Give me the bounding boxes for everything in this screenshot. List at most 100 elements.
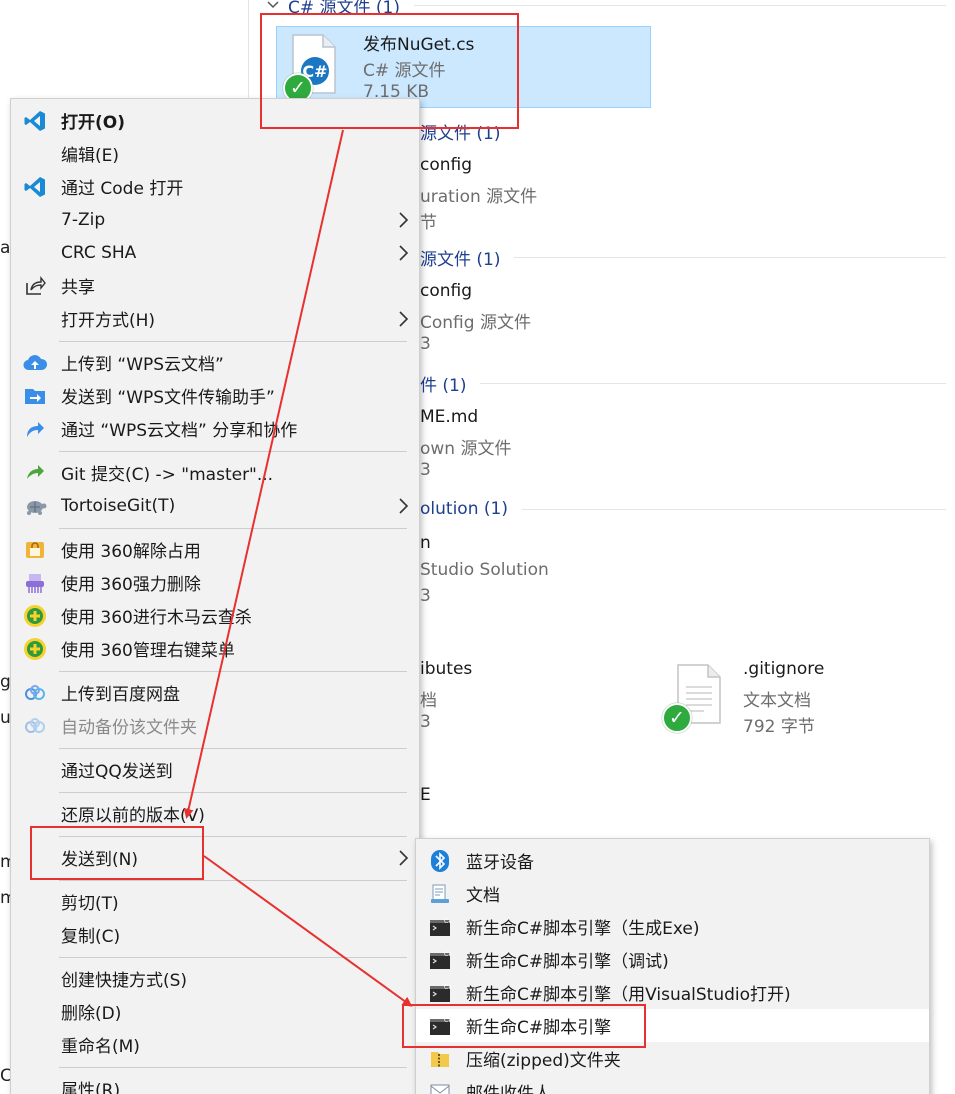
menu-separator <box>59 528 407 529</box>
sync-check-icon: ✓ <box>662 703 692 733</box>
menu-item-label: 7-Zip <box>61 209 106 230</box>
cloud-upload-icon <box>23 351 47 375</box>
submenu-item-bluetooth[interactable]: 蓝牙设备 <box>416 844 929 877</box>
menu-item-label: 通过QQ发送到 <box>61 762 173 782</box>
menu-item-rename[interactable]: 重命名(M) <box>11 1028 419 1061</box>
menu-item-label: 复制(C) <box>61 927 121 947</box>
share-icon <box>23 274 47 298</box>
menu-item-360-manage[interactable]: 使用 360管理右键菜单 <box>11 632 419 665</box>
menu-item-crc-sha[interactable]: CRC SHA <box>11 236 419 269</box>
group-divider <box>521 508 946 510</box>
menu-item-label: 使用 360管理右键菜单 <box>61 641 235 661</box>
menu-item-label: 重命名(M) <box>61 1037 140 1057</box>
menu-item-share[interactable]: 共享 <box>11 269 419 302</box>
menu-item-create-shortcut[interactable]: 创建快捷方式(S) <box>11 962 419 995</box>
menu-item-7zip[interactable]: 7-Zip <box>11 203 419 236</box>
menu-item-copy[interactable]: 复制(C) <box>11 918 419 951</box>
menu-item-baidu-upload[interactable]: 上传到百度网盘 <box>11 676 419 709</box>
menu-item-git-commit[interactable]: Git 提交(C) -> "master"... <box>11 456 419 489</box>
menu-separator <box>59 671 407 672</box>
menu-item-wps-share[interactable]: 通过 “WPS云文档” 分享和协作 <box>11 412 419 445</box>
menu-item-label: 使用 360强力删除 <box>61 575 201 595</box>
menu-item-wps-upload[interactable]: 上传到 “WPS云文档” <box>11 346 419 379</box>
menu-separator <box>59 957 407 958</box>
menu-item-label: 删除(D) <box>61 1004 122 1024</box>
file-size: 3 <box>420 712 431 732</box>
menu-separator <box>59 451 407 452</box>
menu-item-cut[interactable]: 剪切(T) <box>11 885 419 918</box>
group-header-md[interactable]: 件 (1) <box>420 372 946 396</box>
menu-item-label: CRC SHA <box>61 242 137 263</box>
menu-item-360-unlock[interactable]: 使用 360解除占用 <box>11 533 419 566</box>
submenu-item-csharp-exe[interactable]: C# 新生命C#脚本引擎（生成Exe) <box>416 910 929 943</box>
chevron-right-icon <box>399 850 409 866</box>
send-arrow-icon <box>23 384 47 408</box>
menu-item-label: 打开(O) <box>61 113 125 133</box>
menu-item-open-with[interactable]: 打开方式(H) <box>11 302 419 335</box>
shield-360-icon <box>23 637 47 661</box>
file-type: uration 源文件 <box>420 187 538 207</box>
menu-item-label: 编辑(E) <box>61 146 120 166</box>
group-header-xml[interactable]: 源文件 (1) <box>420 246 946 270</box>
menu-separator <box>59 792 407 793</box>
file-name: E <box>420 785 431 805</box>
menu-item-label: 新生命C#脚本引擎（用VisualStudio打开) <box>466 985 791 1005</box>
submenu-item-mail-recipient[interactable]: 邮件收件人 <box>416 1075 929 1094</box>
file-size: 3 <box>420 586 431 606</box>
menu-item-label: 通过 Code 打开 <box>61 179 184 199</box>
menu-item-edit[interactable]: 编辑(E) <box>11 137 419 170</box>
zip-folder-icon <box>428 1047 452 1071</box>
menu-separator <box>59 748 407 749</box>
file-type: own 源文件 <box>420 439 512 459</box>
menu-item-label: 发送到 “WPS文件传输助手” <box>61 388 275 408</box>
send-to-submenu: 蓝牙设备 文档 C# 新生命C#脚本引擎（生成Exe) C# 新生命C#脚本引擎… <box>415 838 930 1094</box>
baidu-cloud-icon <box>23 714 47 738</box>
vscode-icon <box>23 109 47 133</box>
nav-fragment: a <box>0 238 11 258</box>
menu-item-label: 上传到百度网盘 <box>61 685 180 705</box>
menu-item-label: TortoiseGit(T) <box>61 495 176 516</box>
file-name: ibutes <box>420 659 473 679</box>
group-header-solution[interactable]: olution (1) <box>420 498 946 520</box>
file-size: 3 <box>420 460 431 480</box>
menu-item-label: Git 提交(C) -> "master"... <box>61 465 274 485</box>
shredder-360-icon <box>23 571 47 595</box>
menu-item-360-scan[interactable]: 使用 360进行木马云查杀 <box>11 599 419 632</box>
group-header-label: olution (1) <box>420 499 508 519</box>
mail-recipient-icon <box>428 1080 452 1094</box>
annotation-box-script-engine <box>402 1004 646 1048</box>
menu-item-label: 打开方式(H) <box>61 311 156 331</box>
menu-item-360-shred[interactable]: 使用 360强力删除 <box>11 566 419 599</box>
menu-item-delete[interactable]: 删除(D) <box>11 995 419 1028</box>
menu-item-tortoisegit[interactable]: TortoiseGit(T) <box>11 489 419 522</box>
menu-item-label: 文档 <box>466 886 500 906</box>
menu-item-qq-send[interactable]: 通过QQ发送到 <box>11 753 419 786</box>
group-divider <box>514 256 946 258</box>
menu-item-label: 使用 360进行木马云查杀 <box>61 608 252 628</box>
group-divider <box>480 382 946 384</box>
chevron-right-icon <box>399 498 409 514</box>
menu-separator <box>59 880 407 881</box>
menu-item-label: 邮件收件人 <box>466 1084 551 1094</box>
file-tile-gitignore[interactable]: ✓ .gitignore 文本文档 792 字节 <box>662 659 862 739</box>
documents-icon <box>428 882 452 906</box>
group-header-label: 件 (1) <box>420 375 467 396</box>
group-header-label: 源文件 (1) <box>420 249 501 270</box>
menu-item-properties[interactable]: 属性(R) <box>11 1072 419 1094</box>
menu-item-open-with-code[interactable]: 通过 Code 打开 <box>11 170 419 203</box>
submenu-item-csharp-debug[interactable]: C# 新生命C#脚本引擎（调试) <box>416 943 929 976</box>
menu-item-label: 共享 <box>61 278 95 298</box>
file-name: config <box>420 155 473 175</box>
lock-360-icon <box>23 538 47 562</box>
bluetooth-icon <box>428 849 452 873</box>
annotation-box-send-to <box>30 826 204 880</box>
tortoise-icon <box>23 494 47 518</box>
menu-item-wps-send[interactable]: 发送到 “WPS文件传输助手” <box>11 379 419 412</box>
file-size: 3 <box>420 334 431 354</box>
submenu-item-documents[interactable]: 文档 <box>416 877 929 910</box>
file-name: n <box>420 533 431 553</box>
file-type: 档 <box>420 691 437 711</box>
group-divider <box>414 4 946 6</box>
file-name: ME.md <box>420 407 479 427</box>
context-menu: 打开(O) 编辑(E) 通过 Code 打开 7-Zip CRC SHA 共享 … <box>10 98 420 1094</box>
